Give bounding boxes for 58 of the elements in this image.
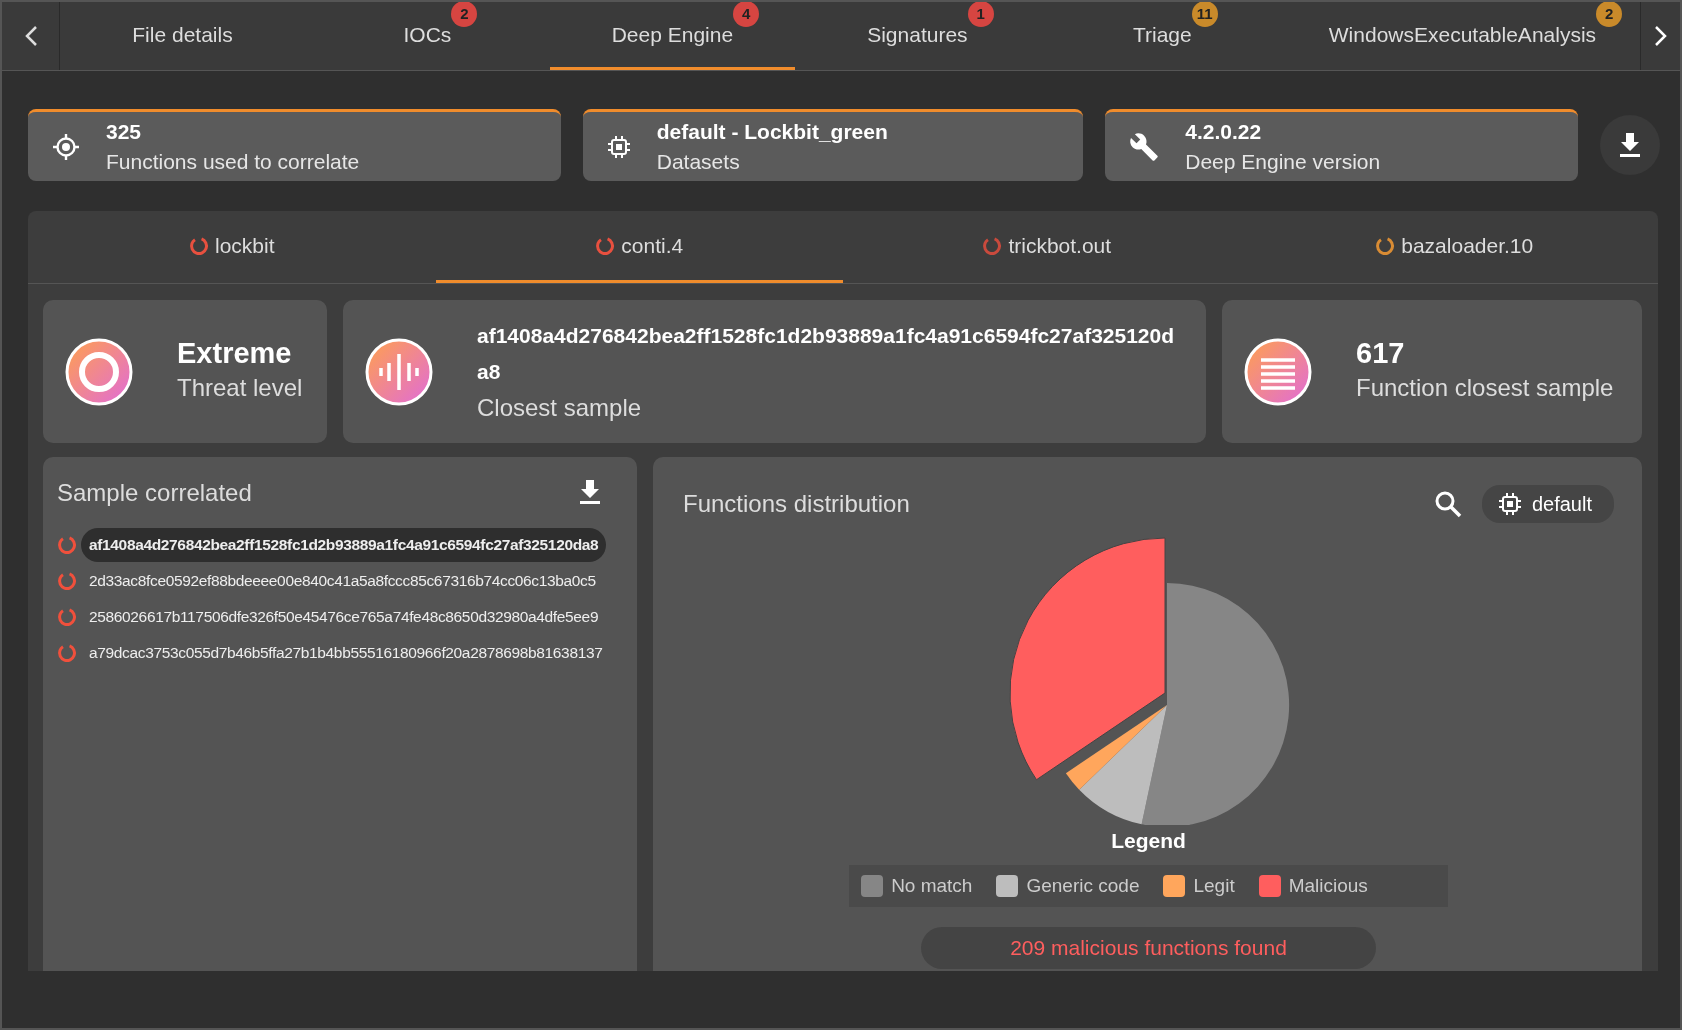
stat-value: af1408a4d276842bea2ff1528fc1d2b93889a1fc4a91c6594fc27af325120da8 xyxy=(477,322,1176,385)
download-icon xyxy=(579,479,601,504)
dataset-button[interactable]: default xyxy=(1481,485,1614,523)
stat-label: Closest sample xyxy=(477,392,643,423)
legend-label: Generic code xyxy=(1026,875,1140,897)
sample-tab[interactable]: lockbit xyxy=(28,211,436,283)
count-badge: 11 xyxy=(1191,2,1218,27)
spinner-icon xyxy=(57,607,77,627)
malicious-count-summary: 209 malicious functions found xyxy=(921,927,1376,969)
count-badge: 1 xyxy=(967,2,994,27)
spinner-icon xyxy=(57,571,77,591)
wrench-icon xyxy=(1129,131,1160,162)
stat-label: Function closest sample xyxy=(1356,373,1615,403)
tab[interactable]: WindowsExecutableAnalysis 2 xyxy=(1284,2,1641,70)
tab[interactable]: IOCs 2 xyxy=(304,2,550,70)
sample-tab[interactable]: bazaloader.10 xyxy=(1250,211,1658,283)
legend-label: No match xyxy=(891,875,973,897)
chevron-left-icon xyxy=(23,25,38,47)
panel-title: Functions distribution xyxy=(683,490,911,518)
sample-hash-item[interactable]: af1408a4d276842bea2ff1528fc1d2b93889a1fc4a91c6594fc27af325120da8 xyxy=(81,528,607,562)
sample-hash-item[interactable]: 2586026617b117506dfe326f50e45476ce765a74fe48c8650d32980a4dfe5ee9 xyxy=(81,600,607,634)
search-icon[interactable] xyxy=(1433,490,1462,518)
panel-title: Sample correlated xyxy=(57,479,252,507)
info-value: 325 xyxy=(106,119,143,144)
sample-hash-item[interactable]: 2d33ac8fce0592ef88bdeeee00e840c41a5a8fccc85c67316b74cc06c13ba0c5 xyxy=(81,564,604,598)
tab[interactable]: Triage 11 xyxy=(1039,2,1285,70)
tab[interactable]: File details xyxy=(60,2,305,70)
info-value: 4.2.0.22 xyxy=(1185,119,1263,144)
info-label: Datasets xyxy=(656,149,741,174)
download-button[interactable] xyxy=(579,479,601,507)
count-badge: 2 xyxy=(451,2,478,27)
tab-label: File details xyxy=(132,22,233,47)
sample-tab[interactable]: trickbot.out xyxy=(843,211,1251,283)
threat-ring-icon xyxy=(65,337,133,406)
info-value: default - Lockbit_green xyxy=(656,119,888,144)
info-label: Functions used to correlate xyxy=(106,149,360,174)
waveform-icon xyxy=(365,337,433,406)
count-badge: 2 xyxy=(1596,2,1623,27)
download-icon xyxy=(1619,133,1641,157)
chip-icon xyxy=(1497,492,1522,516)
legend-label: Malicious xyxy=(1288,875,1368,897)
stat-label: Threat level xyxy=(177,373,304,403)
stat-value: 617 xyxy=(1356,337,1406,370)
list-icon xyxy=(1244,337,1312,406)
tab[interactable]: Signatures 1 xyxy=(794,2,1040,70)
tab[interactable]: Deep Engine 4 xyxy=(549,2,795,70)
count-badge: 4 xyxy=(733,2,760,27)
spinner-icon xyxy=(57,535,77,555)
legend-title: Legend xyxy=(1111,829,1186,853)
stat-value: Extreme xyxy=(177,337,293,370)
chip-icon xyxy=(606,134,631,159)
info-label: Deep Engine version xyxy=(1185,149,1381,174)
sample-tab[interactable]: conti.4 xyxy=(435,211,843,283)
spinner-icon xyxy=(57,643,77,663)
legend-label: Legit xyxy=(1193,875,1235,897)
sample-hash-item[interactable]: a79dcac3753c055d7b46b5ffa27b1b4bb55516180966f20a2878698b81638137 xyxy=(81,636,611,670)
chevron-right-icon xyxy=(1653,25,1668,47)
crosshair-icon xyxy=(52,132,80,161)
